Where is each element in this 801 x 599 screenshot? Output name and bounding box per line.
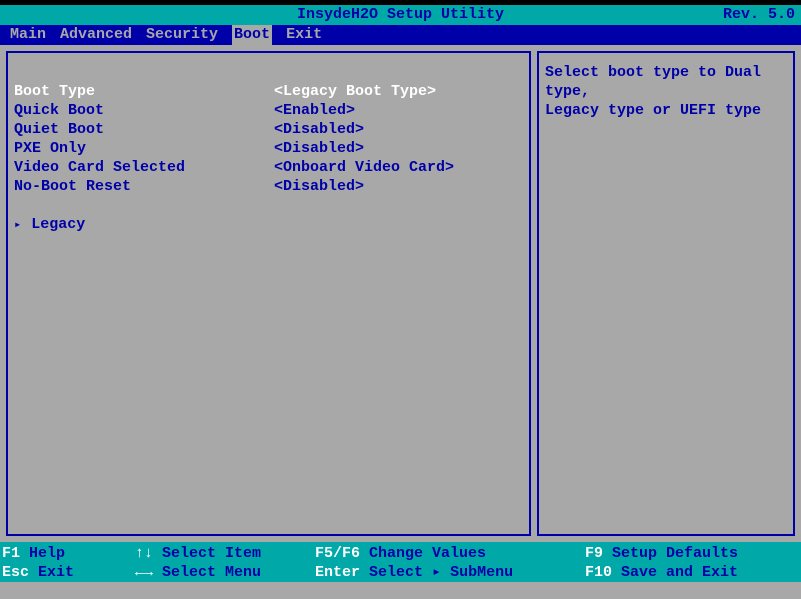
spacer <box>14 63 523 82</box>
setting-pxe-only[interactable]: PXE Only <Disabled> <box>14 139 523 158</box>
menu-main[interactable]: Main <box>10 25 46 45</box>
title-bar: InsydeH2O Setup Utility Rev. 5.0 <box>0 5 801 25</box>
menu-security[interactable]: Security <box>146 25 218 45</box>
setting-boot-type[interactable]: Boot Type <Legacy Boot Type> <box>14 82 523 101</box>
footer-row-2: Esc Exit ←→ Select Menu Enter Select ▸ S… <box>0 563 801 582</box>
label-select-menu: Select Menu <box>162 564 261 581</box>
left-right-arrow-icon: ←→ <box>135 563 153 582</box>
revision-label: Rev. 5.0 <box>723 5 795 25</box>
label-setup-defaults: Setup Defaults <box>612 545 738 562</box>
setting-value: <Disabled> <box>274 177 523 196</box>
key-f5f6: F5/F6 <box>315 545 360 562</box>
setting-value: <Disabled> <box>274 139 523 158</box>
up-down-arrow-icon: ↑↓ <box>135 544 153 563</box>
label-exit: Exit <box>38 564 74 581</box>
label-select-submenu: Select ▸ SubMenu <box>369 564 513 581</box>
setting-label: Quick Boot <box>14 101 274 120</box>
menu-exit[interactable]: Exit <box>286 25 322 45</box>
label-save-exit: Save and Exit <box>621 564 738 581</box>
label-help: Help <box>29 545 65 562</box>
label-select-item: Select Item <box>162 545 261 562</box>
body-area: Boot Type <Legacy Boot Type> Quick Boot … <box>0 45 801 542</box>
submenu-legacy[interactable]: Legacy <box>14 215 523 234</box>
help-line: Legacy type or UEFI type <box>545 101 787 120</box>
setting-quick-boot[interactable]: Quick Boot <Enabled> <box>14 101 523 120</box>
spacer <box>14 196 523 215</box>
setting-label: Video Card Selected <box>14 158 274 177</box>
menu-boot[interactable]: Boot <box>232 25 272 45</box>
key-enter: Enter <box>315 564 360 581</box>
setting-label: Quiet Boot <box>14 120 274 139</box>
settings-pane: Boot Type <Legacy Boot Type> Quick Boot … <box>6 51 531 536</box>
menu-bar: Main Advanced Security Boot Exit <box>0 25 801 45</box>
setting-label: No-Boot Reset <box>14 177 274 196</box>
setting-label: PXE Only <box>14 139 274 158</box>
key-f10: F10 <box>585 564 612 581</box>
setting-video-card[interactable]: Video Card Selected <Onboard Video Card> <box>14 158 523 177</box>
app-title: InsydeH2O Setup Utility <box>0 5 801 25</box>
help-line: Select boot type to Dual type, <box>545 63 787 101</box>
label-change-values: Change Values <box>369 545 486 562</box>
setting-value: <Enabled> <box>274 101 523 120</box>
footer-bar: F1 Help ↑↓ Select Item F5/F6 Change Valu… <box>0 542 801 582</box>
key-f1: F1 <box>2 545 20 562</box>
key-esc: Esc <box>2 564 29 581</box>
setting-quiet-boot[interactable]: Quiet Boot <Disabled> <box>14 120 523 139</box>
setting-value: <Disabled> <box>274 120 523 139</box>
key-f9: F9 <box>585 545 603 562</box>
setting-value: <Legacy Boot Type> <box>274 82 523 101</box>
footer-row-1: F1 Help ↑↓ Select Item F5/F6 Change Valu… <box>0 544 801 563</box>
help-pane: Select boot type to Dual type, Legacy ty… <box>537 51 795 536</box>
menu-advanced[interactable]: Advanced <box>60 25 132 45</box>
setting-value: <Onboard Video Card> <box>274 158 523 177</box>
setting-no-boot-reset[interactable]: No-Boot Reset <Disabled> <box>14 177 523 196</box>
setting-label: Boot Type <box>14 82 274 101</box>
submenu-label: Legacy <box>31 216 85 233</box>
